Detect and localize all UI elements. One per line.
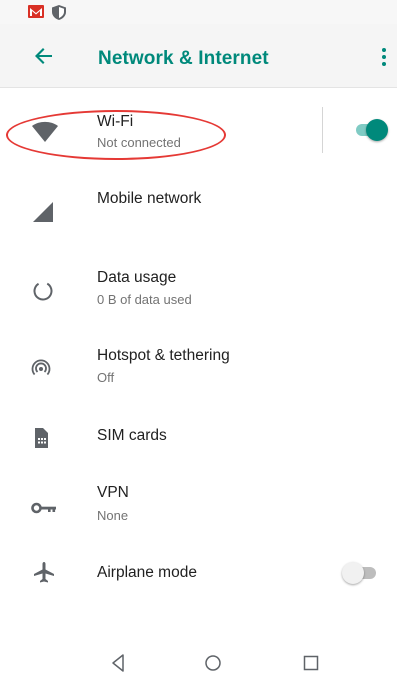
app-bar: Network & Internet [0,24,397,88]
navigation-bar [0,641,397,681]
sim-card-icon [30,424,60,454]
home-nav-icon[interactable] [201,651,225,675]
airplane-mode-toggle[interactable] [342,561,382,585]
hotspot-icon [30,355,60,385]
gmail-icon [28,5,44,23]
item-subtitle-hotspot: Off [97,370,115,385]
data-usage-icon [30,277,60,307]
cell-signal-icon [30,195,60,225]
item-title-wifi: Wi-Fi [97,113,134,130]
list-item-vpn[interactable]: VPN None [0,466,397,544]
list-item-airplane-mode[interactable]: Airplane mode [0,544,397,622]
wifi-toggle[interactable] [352,118,392,142]
item-title-sim-cards: SIM cards [97,427,167,444]
more-options-icon[interactable] [372,44,396,70]
wifi-icon [30,116,60,146]
item-title-data-usage: Data usage [97,269,177,286]
back-nav-icon[interactable] [107,651,131,675]
item-title-hotspot: Hotspot & tethering [97,347,230,364]
list-item-mobile-network[interactable]: Mobile network [0,173,397,251]
item-subtitle-vpn: None [97,508,129,523]
item-title-vpn: VPN [97,484,129,501]
list-item-wifi[interactable]: Wi-Fi Not connected [0,92,397,170]
back-arrow-icon[interactable] [30,42,58,70]
page-title: Network & Internet [98,48,269,69]
recents-nav-icon[interactable] [299,651,323,675]
airplane-toggle-thumb [342,562,364,584]
airplane-icon [30,558,60,588]
list-item-data-usage[interactable]: Data usage 0 B of data used [0,251,397,329]
item-title-airplane-mode: Airplane mode [97,564,197,581]
item-subtitle-data-usage: 0 B of data used [97,292,192,307]
list-item-hotspot[interactable]: Hotspot & tethering Off [0,329,397,407]
wifi-toggle-thumb [366,119,388,141]
wifi-divider [322,107,323,153]
status-bar [0,0,397,24]
item-title-mobile-network: Mobile network [97,190,202,207]
item-subtitle-wifi: Not connected [97,135,181,150]
shield-icon [52,5,66,25]
key-icon [30,494,60,524]
